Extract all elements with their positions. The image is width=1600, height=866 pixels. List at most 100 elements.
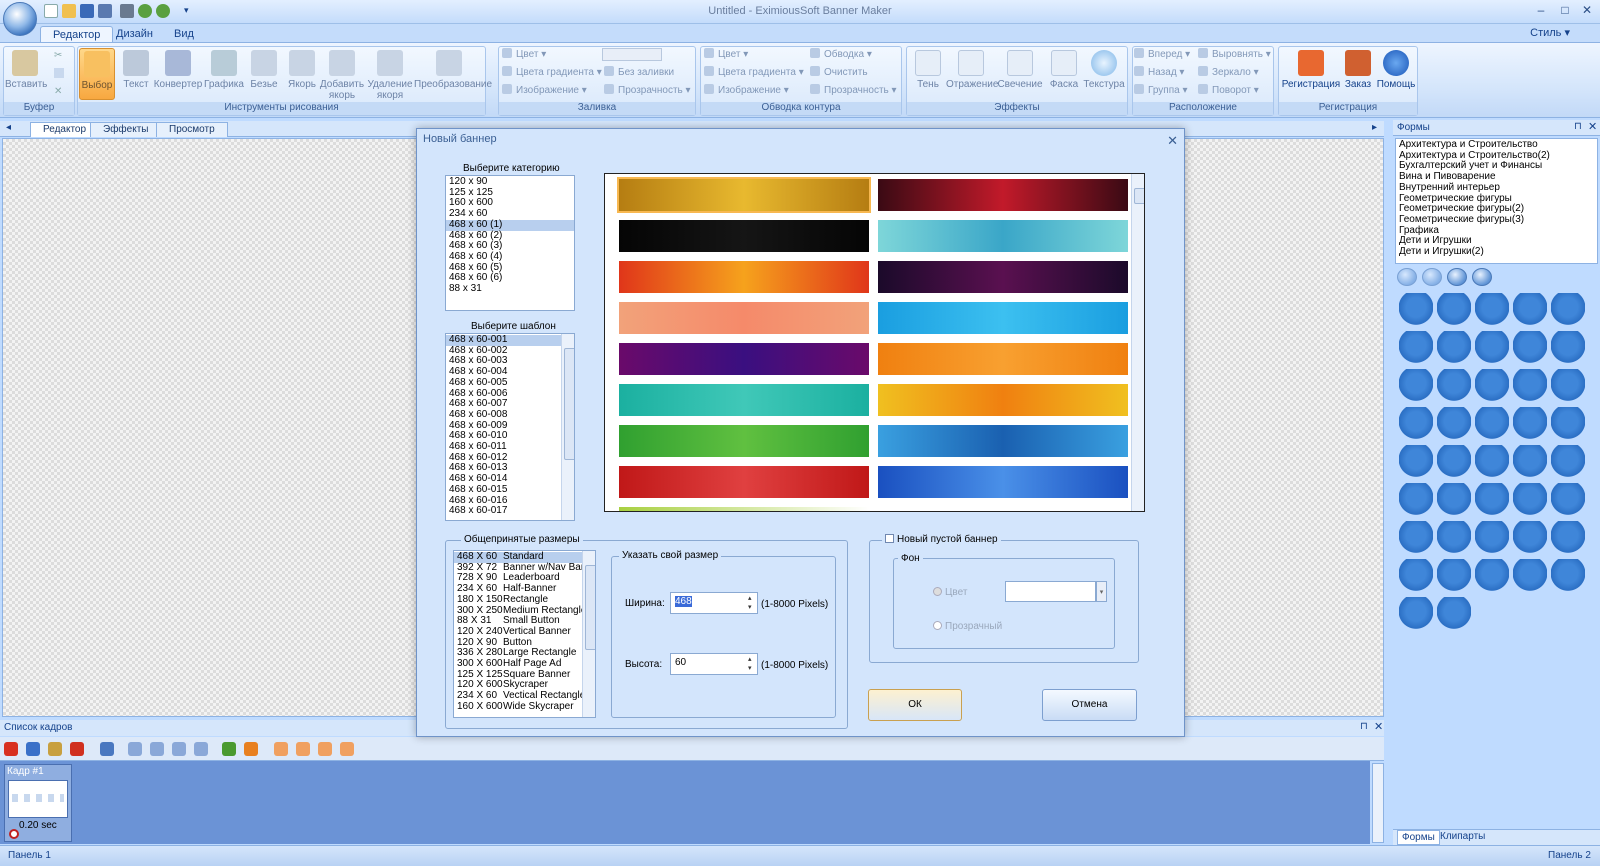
template-thumbnail[interactable] bbox=[619, 220, 869, 252]
satellite-icon[interactable] bbox=[1437, 407, 1471, 439]
fill-transparency-button[interactable]: Прозрачность ▾ bbox=[604, 83, 691, 99]
pin-icon[interactable]: ⊓ bbox=[1574, 121, 1582, 132]
width-spinner-icon[interactable]: ▴ ▾ bbox=[748, 594, 752, 612]
next-page-icon[interactable] bbox=[1447, 268, 1467, 286]
delete-frame-icon[interactable] bbox=[70, 742, 84, 756]
shadow-button[interactable]: Тень bbox=[908, 48, 948, 90]
van-icon[interactable] bbox=[1551, 331, 1585, 363]
template-thumbnail[interactable] bbox=[619, 384, 869, 416]
maximize-icon[interactable]: □ bbox=[1556, 3, 1574, 19]
bezier-button[interactable]: Безье bbox=[244, 48, 284, 90]
template-thumbnail[interactable] bbox=[878, 261, 1128, 293]
template-preview-grid[interactable] bbox=[604, 173, 1145, 512]
sizes-scrollbar[interactable] bbox=[582, 551, 595, 717]
gear-icon[interactable] bbox=[1551, 407, 1585, 439]
bus2-icon[interactable] bbox=[1437, 445, 1471, 477]
stroke-transparency-button[interactable]: Прозрачность ▾ bbox=[810, 83, 897, 99]
text-tool-button[interactable]: Текст bbox=[116, 48, 156, 90]
tab-view[interactable]: Вид bbox=[162, 26, 206, 43]
ok-button[interactable]: ОК bbox=[868, 689, 962, 721]
truck-icon[interactable] bbox=[1399, 331, 1433, 363]
background-color-picker[interactable] bbox=[1005, 581, 1096, 602]
size-list-item[interactable]: 160 X 600Wide Skycraper bbox=[454, 701, 595, 713]
delete-icon[interactable]: ✕ bbox=[54, 86, 62, 97]
stroke-color-button[interactable]: Цвет ▾ bbox=[704, 47, 748, 63]
bug-icon[interactable] bbox=[1475, 293, 1509, 325]
tab-editor[interactable]: Редактор bbox=[40, 26, 114, 43]
rocket-icon[interactable] bbox=[1437, 369, 1471, 401]
insert-frame-icon[interactable] bbox=[26, 742, 40, 756]
cart-icon[interactable] bbox=[1551, 483, 1585, 515]
plane-icon[interactable] bbox=[1475, 483, 1509, 515]
template-list-item[interactable]: 468 x 60-017 bbox=[446, 506, 574, 517]
template-thumbnail[interactable] bbox=[619, 302, 869, 334]
car-front-icon[interactable] bbox=[1513, 293, 1547, 325]
template-thumbnail[interactable] bbox=[619, 507, 869, 511]
fill-color-button[interactable]: Цвет ▾ bbox=[502, 47, 546, 63]
template-thumbnail[interactable] bbox=[878, 425, 1128, 457]
timer-icon[interactable] bbox=[244, 742, 258, 756]
add-anchor-button[interactable]: Добавить якорь bbox=[318, 48, 366, 101]
tab-shapes[interactable]: Формы bbox=[1397, 830, 1440, 845]
color-dropdown-icon[interactable]: ▾ bbox=[1096, 581, 1107, 602]
application-menu-button[interactable] bbox=[3, 2, 37, 36]
stroke-gradient-button[interactable]: Цвета градиента ▾ bbox=[704, 65, 804, 81]
template-thumbnail[interactable] bbox=[619, 343, 869, 375]
move-down-icon[interactable] bbox=[194, 742, 208, 756]
paste-button[interactable]: Вставить bbox=[5, 48, 47, 90]
add-frame-icon[interactable] bbox=[4, 742, 18, 756]
ship-icon[interactable] bbox=[1399, 407, 1433, 439]
fill-image-button[interactable]: Изображение ▾ bbox=[502, 83, 587, 99]
frames-pin-icon[interactable]: ⊓ bbox=[1360, 721, 1368, 732]
category-item[interactable]: Дети и Игрушки(2) bbox=[1399, 246, 1594, 258]
clear-stroke-button[interactable]: Очистить bbox=[810, 65, 868, 81]
texture-button[interactable]: Текстура bbox=[1082, 48, 1126, 90]
tab-scroll-left-icon[interactable]: ◂ bbox=[6, 122, 11, 133]
stroke-image-button[interactable]: Изображение ▾ bbox=[704, 83, 789, 99]
airplane-icon[interactable] bbox=[1399, 293, 1433, 325]
converter-button[interactable]: Конвертер bbox=[152, 48, 204, 90]
rotate-button[interactable]: Поворот ▾ bbox=[1198, 83, 1259, 99]
template-thumbnail[interactable] bbox=[878, 220, 1128, 252]
template-thumbnail[interactable] bbox=[878, 384, 1128, 416]
scooter-icon[interactable] bbox=[1513, 369, 1547, 401]
helicopter2-icon[interactable] bbox=[1437, 559, 1471, 591]
bike2-icon[interactable] bbox=[1475, 521, 1509, 553]
template-thumbnail[interactable] bbox=[617, 177, 871, 213]
steamboat-icon[interactable] bbox=[1475, 559, 1509, 591]
bus-icon[interactable] bbox=[1437, 331, 1471, 363]
template-thumbnail[interactable] bbox=[619, 261, 869, 293]
move-left-icon[interactable] bbox=[128, 742, 142, 756]
reflection-button[interactable]: Отражение bbox=[946, 48, 998, 90]
duplicate-frame-icon[interactable] bbox=[48, 742, 62, 756]
ambulance-icon[interactable] bbox=[1551, 521, 1585, 553]
jeep-icon[interactable] bbox=[1399, 369, 1433, 401]
doc-tab-effects[interactable]: Эффекты bbox=[90, 122, 162, 137]
jet-icon[interactable] bbox=[1399, 559, 1433, 591]
prev-page-icon[interactable] bbox=[1422, 268, 1442, 286]
boat-icon[interactable] bbox=[1513, 331, 1547, 363]
frames-close-icon[interactable]: ✕ bbox=[1374, 720, 1383, 733]
bring-forward-button[interactable]: Вперед ▾ bbox=[1134, 47, 1190, 63]
ski-icon[interactable] bbox=[1437, 293, 1471, 325]
align-button[interactable]: Выровнять ▾ bbox=[1198, 47, 1271, 63]
preview-scrollbar[interactable] bbox=[1131, 174, 1144, 511]
category-item[interactable]: Внутренний интерьер bbox=[1399, 182, 1594, 194]
template-thumbnail[interactable] bbox=[878, 179, 1128, 211]
template-thumbnail[interactable] bbox=[619, 466, 869, 498]
train-icon[interactable] bbox=[1399, 597, 1433, 629]
fill-color-field[interactable] bbox=[602, 48, 662, 61]
category-list[interactable]: 120 x 90 125 x 125 160 x 600 234 x 60 468 x … bbox=[445, 175, 575, 311]
first-page-icon[interactable] bbox=[1397, 268, 1417, 286]
frame-properties-icon[interactable] bbox=[100, 742, 114, 756]
template-list-item[interactable]: 468 x 60-005 bbox=[446, 377, 574, 389]
shape-category-list[interactable]: Архитектура и Строительство Архитектура и… bbox=[1395, 138, 1598, 264]
style-menu[interactable]: Стиль ▾ bbox=[1530, 26, 1570, 39]
play-icon[interactable] bbox=[222, 742, 236, 756]
tram-icon[interactable] bbox=[1513, 521, 1547, 553]
width-input[interactable]: 468 bbox=[670, 592, 758, 614]
transform-button[interactable]: Преобразование bbox=[414, 48, 492, 90]
last-frame-icon[interactable] bbox=[340, 742, 354, 756]
atv-icon[interactable] bbox=[1551, 445, 1585, 477]
move-right-icon[interactable] bbox=[150, 742, 164, 756]
